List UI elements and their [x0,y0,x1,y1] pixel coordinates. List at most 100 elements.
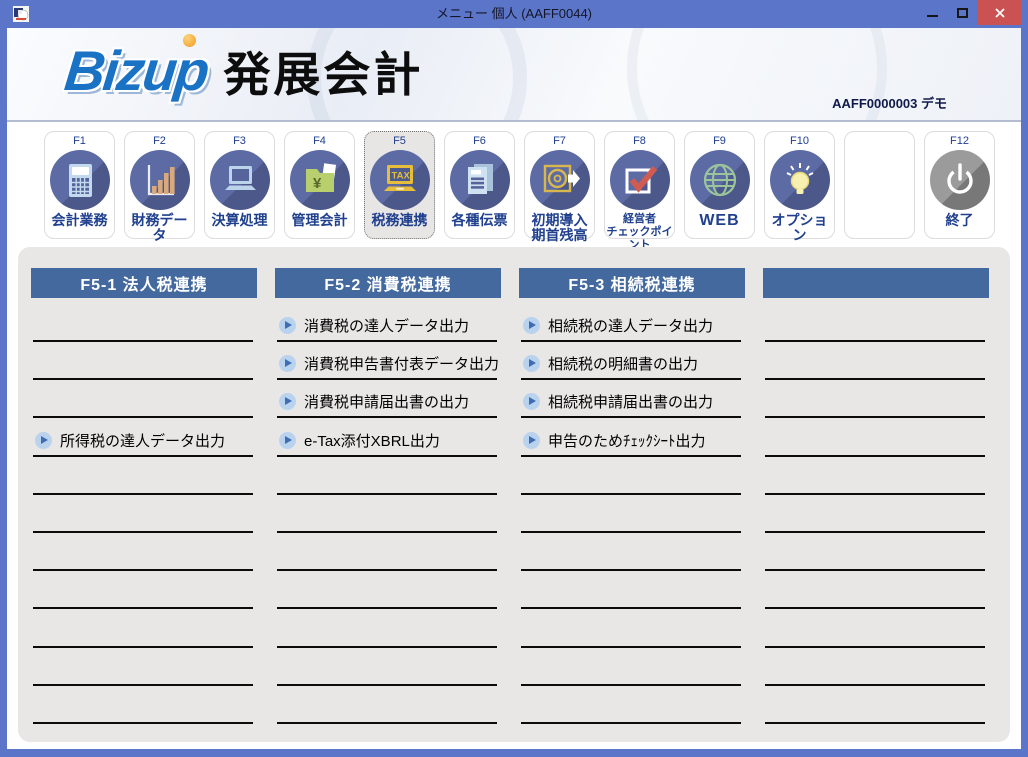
menu-row [33,298,253,342]
toolbar-button-f5[interactable]: F5 TAX 税務連携 [364,131,435,239]
toolbar-button-f6[interactable]: F6 各種伝票 [444,131,515,239]
menu-row [765,298,985,342]
menu-column-f5-3: F5-3 相続税連携 相続税の達人データ出力 相続税の明細書の出力 [519,268,745,724]
menu-row [277,609,497,647]
fkey-label: F10 [765,135,834,149]
toolbar-button-label: 管理会計 [285,213,354,228]
menu-row: 消費税の達人データ出力 [277,298,497,342]
triangle-bullet-icon [523,432,540,449]
menu-row: 所得税の達人データ出力 [33,418,253,456]
calculator-icon [60,160,100,200]
svg-text:TAX: TAX [391,171,410,182]
fkey-label: F9 [685,135,754,149]
fkey-label: F4 [285,135,354,149]
menu-row [521,533,741,571]
menu-item[interactable]: 消費税申告書付表データ出力 [277,353,499,374]
menu-row: 相続税申請届出書の出力 [521,380,741,418]
menu-row: 消費税申請届出書の出力 [277,380,497,418]
fkey-label: F3 [205,135,274,149]
maximize-icon [957,8,968,18]
menu-row: 相続税の達人データ出力 [521,298,741,342]
menu-panel: F5-1 法人税連携 所得税の達人データ出力 [18,247,1010,742]
maximize-button[interactable] [947,0,977,26]
close-icon [994,7,1006,19]
window-body: Bizup 発展会計 AAFF0000003 デモ F1 会計業務 [7,28,1021,749]
menu-row [33,495,253,533]
close-button[interactable] [977,0,1022,25]
toolbar-button-label: 終了 [925,213,994,228]
toolbar-button-label: 会計業務 [45,213,114,228]
toolbar-button-empty[interactable] [844,131,915,239]
menu-row [33,533,253,571]
triangle-bullet-icon [523,317,540,334]
minimize-icon [927,15,938,17]
menu-row [33,571,253,609]
minimize-button[interactable] [917,0,947,26]
menu-row [33,609,253,647]
menu-item[interactable]: 所得税の達人データ出力 [33,430,225,451]
disc-export-icon [540,160,580,200]
toolbar-button-f1[interactable]: F1 会計業務 [44,131,115,239]
power-icon [940,160,980,200]
toolbar-button-f4[interactable]: F4 ¥ 管理会計 [284,131,355,239]
title-bar: メニュー 個人 (AAFF0044) [0,0,1028,28]
fkey-label: F8 [605,135,674,149]
menu-row [521,609,741,647]
column-header: F5-2 消費税連携 [275,268,501,298]
logo-dot-icon [183,34,196,47]
bar-chart-icon [140,160,180,200]
triangle-bullet-icon [35,432,52,449]
toolbar-button-f2[interactable]: F2 財務データ [124,131,195,239]
menu-row [765,609,985,647]
checkbox-check-icon [620,160,660,200]
menu-row [33,648,253,686]
fkey-label: F7 [525,135,594,149]
menu-row [277,495,497,533]
menu-item[interactable]: e-Tax添付XBRL出力 [277,430,440,451]
app-logo: Bizup 発展会計 [65,36,423,105]
toolbar-button-label: 財務データ [125,213,194,243]
menu-row [277,533,497,571]
menu-column-f5-1: F5-1 法人税連携 所得税の達人データ出力 [31,268,257,724]
menu-row: e-Tax添付XBRL出力 [277,418,497,456]
globe-icon [700,160,740,200]
menu-row: 相続税の明細書の出力 [521,342,741,380]
menu-item[interactable]: 相続税の明細書の出力 [521,353,698,374]
menu-row [765,495,985,533]
column-header [763,268,989,298]
triangle-bullet-icon [279,432,296,449]
app-banner: Bizup 発展会計 AAFF0000003 デモ [7,28,1021,122]
toolbar-button-label: 税務連携 [365,213,434,228]
menu-row [765,686,985,724]
menu-row [33,457,253,495]
toolbar-button-label: 決算処理 [205,213,274,228]
menu-row [277,686,497,724]
toolbar-button-f9[interactable]: F9 WEB [684,131,755,239]
fkey-label: F6 [445,135,514,149]
menu-item[interactable]: 相続税申請届出書の出力 [521,391,713,412]
menu-row [277,648,497,686]
toolbar-button-label: 各種伝票 [445,213,514,228]
folder-yen-icon: ¥ [300,160,340,200]
toolbar-button-f3[interactable]: F3 決算処理 [204,131,275,239]
toolbar-button-f7[interactable]: F7 初期導入期首残高 [524,131,595,239]
toolbar-button-f12[interactable]: F12 終了 [924,131,995,239]
menu-column-f5-2: F5-2 消費税連携 消費税の達人データ出力 消費税申告書付表データ出力 [275,268,501,724]
menu-row [277,457,497,495]
menu-row [33,380,253,418]
toolbar-button-f10[interactable]: F10 オプション [764,131,835,239]
menu-item[interactable]: 消費税の達人データ出力 [277,315,469,336]
toolbar-button-f8[interactable]: F8 経営者チェックポイント [604,131,675,239]
product-name: 発展会計 [223,36,423,105]
toolbar-button-label: WEB [685,213,754,228]
fkey-label: F1 [45,135,114,149]
menu-column-empty [763,268,989,724]
menu-item[interactable]: 申告のためﾁｪｯｸｼｰﾄ出力 [521,430,706,451]
laptop-icon [220,160,260,200]
fkey-label: F5 [365,135,434,149]
triangle-bullet-icon [279,317,296,334]
menu-row [765,380,985,418]
menu-row [521,571,741,609]
menu-item[interactable]: 消費税申請届出書の出力 [277,391,469,412]
menu-item[interactable]: 相続税の達人データ出力 [521,315,713,336]
